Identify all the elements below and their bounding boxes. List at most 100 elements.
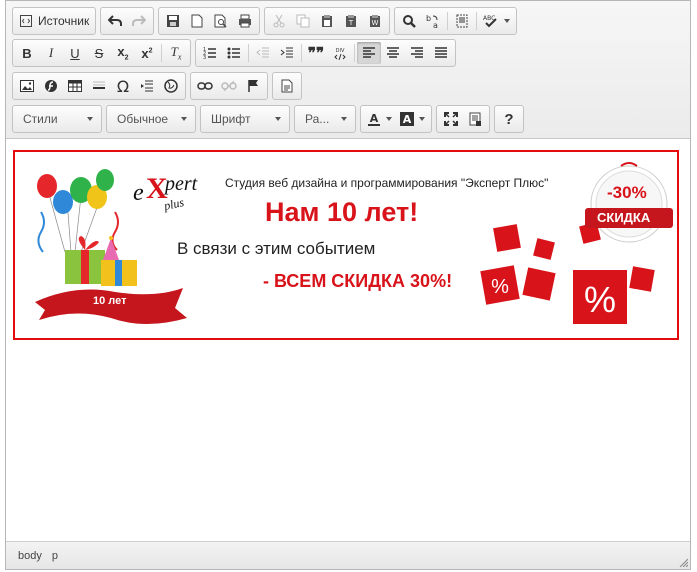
undo-icon (108, 15, 123, 26)
group-search: ba ABC (394, 7, 518, 35)
align-right-button[interactable] (405, 42, 429, 64)
editor-content-area[interactable]: e X pert plus % % Студия веб дизайна и п… (6, 140, 690, 541)
font-dropdown[interactable]: Шрифт (200, 105, 290, 133)
save-button[interactable] (161, 10, 185, 32)
chevron-down-icon (181, 117, 187, 121)
new-page-icon (191, 14, 203, 28)
bulleted-list-icon (227, 47, 240, 59)
iframe-button[interactable] (159, 75, 183, 97)
align-center-icon (387, 47, 399, 58)
background-color-button[interactable]: A (396, 108, 429, 130)
balloons-icon (37, 169, 114, 253)
numbered-list-button[interactable]: 123 (198, 42, 222, 64)
flag-icon (248, 80, 258, 92)
bold-icon: B (22, 45, 32, 61)
select-all-icon (456, 14, 468, 28)
text-color-button[interactable]: A (363, 108, 396, 130)
resize-grip-icon[interactable] (678, 557, 688, 567)
superscript-button[interactable]: x2 (135, 42, 159, 64)
banner-headline: Нам 10 лет! (265, 197, 419, 227)
toolbar-separator (354, 44, 355, 62)
group-basic-styles: B I U S x2 x2 Tx (12, 39, 191, 67)
maximize-icon (444, 112, 458, 126)
paste-text-button[interactable]: T (339, 10, 363, 32)
group-templates (272, 72, 302, 100)
remove-format-button[interactable]: Tx (164, 42, 188, 64)
link-button[interactable] (193, 75, 217, 97)
toolbar-row-4: Стили Обычное Шрифт Ра... A A ? (12, 105, 524, 133)
font-dropdown-label: Шрифт (211, 112, 251, 126)
styles-dropdown-label: Стили (23, 112, 58, 126)
align-left-button[interactable] (357, 42, 381, 64)
find-button[interactable] (397, 10, 421, 32)
svg-text:T: T (348, 19, 354, 27)
chevron-down-icon (419, 117, 425, 121)
cut-button[interactable] (267, 10, 291, 32)
select-all-button[interactable] (450, 10, 474, 32)
bold-button[interactable]: B (15, 42, 39, 64)
unlink-button[interactable] (217, 75, 241, 97)
spellcheck-icon: ABC (483, 15, 497, 28)
paste-word-button[interactable]: W (363, 10, 387, 32)
create-div-button[interactable]: DIV (328, 42, 352, 64)
anchor-button[interactable] (241, 75, 265, 97)
text-color-icon: A (368, 112, 380, 126)
special-char-button[interactable]: Ω (111, 75, 135, 97)
quote-icon: ❞❞ (307, 45, 325, 62)
image-button[interactable] (15, 75, 39, 97)
justify-icon (435, 47, 447, 58)
source-button-label: Источник (38, 14, 90, 28)
replace-button[interactable]: ba (421, 10, 445, 32)
source-button[interactable]: Источник (15, 10, 93, 32)
spellcheck-button[interactable]: ABC (479, 10, 514, 32)
flash-button[interactable] (39, 75, 63, 97)
path-item-body[interactable]: body (18, 550, 42, 562)
preview-icon (214, 14, 227, 28)
svg-text:W: W (372, 19, 379, 27)
copy-button[interactable] (291, 10, 315, 32)
toolbar-row-1: Источник T W b a ABC (12, 7, 518, 35)
italic-button[interactable]: I (39, 42, 63, 64)
subscript-icon: x2 (117, 44, 129, 62)
svg-text:pert: pert (163, 173, 198, 195)
undo-button[interactable] (103, 10, 127, 32)
templates-button[interactable] (275, 75, 299, 97)
new-page-button[interactable] (185, 10, 209, 32)
page-break-button[interactable] (135, 75, 159, 97)
redo-button[interactable] (127, 10, 151, 32)
editor-toolbar: Источник T W b a ABC B I U S x2 x2 Tx 1 … (6, 1, 690, 139)
underline-button[interactable]: U (63, 42, 87, 64)
align-center-button[interactable] (381, 42, 405, 64)
superscript-icon: x2 (141, 45, 153, 61)
bulleted-list-button[interactable] (222, 42, 246, 64)
font-size-dropdown[interactable]: Ра... (294, 105, 356, 133)
page-break-icon (141, 80, 153, 92)
strike-button[interactable]: S (87, 42, 111, 64)
horizontal-rule-button[interactable] (87, 75, 111, 97)
toolbar-separator (447, 12, 449, 30)
paste-button[interactable] (315, 10, 339, 32)
chevron-down-icon (87, 117, 93, 121)
table-button[interactable] (63, 75, 87, 97)
subscript-button[interactable]: x2 (111, 42, 135, 64)
justify-button[interactable] (429, 42, 453, 64)
svg-text:%: % (491, 276, 509, 298)
source-icon (20, 15, 32, 27)
show-blocks-button[interactable] (463, 108, 487, 130)
replace-icon: ba (426, 14, 438, 29)
preview-button[interactable] (209, 10, 233, 32)
maximize-button[interactable] (439, 108, 463, 130)
path-item-p[interactable]: p (52, 550, 58, 562)
group-links (190, 72, 268, 100)
blockquote-button[interactable]: ❞❞ (304, 42, 328, 64)
outdent-button[interactable] (251, 42, 275, 64)
styles-dropdown[interactable]: Стили (12, 105, 102, 133)
promo-banner-image: e X pert plus % % Студия веб дизайна и п… (13, 150, 679, 340)
about-button[interactable]: ? (497, 108, 521, 130)
print-button[interactable] (233, 10, 257, 32)
strikethrough-icon: S (94, 45, 104, 61)
indent-button[interactable] (275, 42, 299, 64)
svg-text:e: e (133, 180, 144, 206)
group-undo (100, 7, 155, 35)
format-dropdown[interactable]: Обычное (106, 105, 196, 133)
